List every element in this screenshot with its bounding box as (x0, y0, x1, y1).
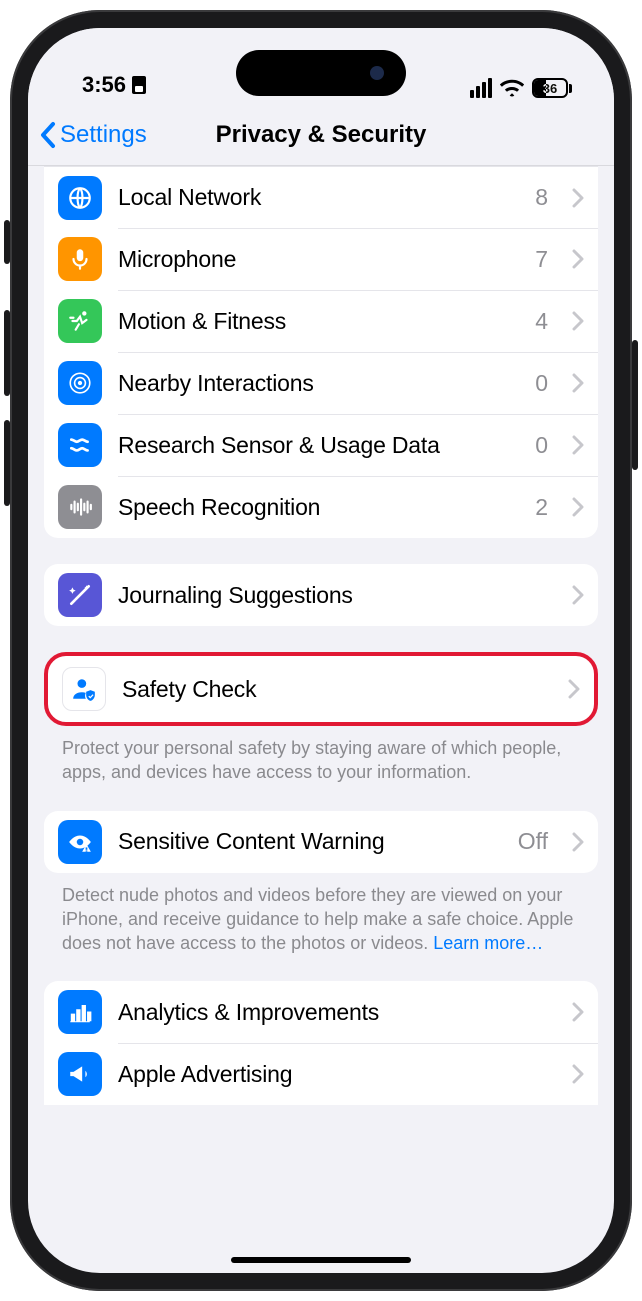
wifi-icon (500, 79, 524, 97)
row-motion-fitness[interactable]: Motion & Fitness 4 (44, 290, 598, 352)
row-local-network[interactable]: Local Network 8 (44, 166, 598, 228)
nav-bar: Settings Privacy & Security (28, 104, 614, 166)
chevron-right-icon (572, 832, 584, 852)
microphone-icon (58, 237, 102, 281)
running-icon (58, 299, 102, 343)
row-label: Sensitive Content Warning (118, 828, 502, 855)
chevron-right-icon (568, 679, 580, 699)
row-value: 4 (535, 308, 548, 335)
chevron-right-icon (572, 1002, 584, 1022)
row-microphone[interactable]: Microphone 7 (44, 228, 598, 290)
row-value: Off (518, 828, 548, 855)
chevron-right-icon (572, 311, 584, 331)
home-indicator[interactable] (231, 1257, 411, 1263)
row-value: 0 (535, 432, 548, 459)
row-label: Apple Advertising (118, 1061, 556, 1088)
bar-chart-icon (58, 990, 102, 1034)
phone-frame: 3:56 36 Settings Privacy & Se (10, 10, 632, 1291)
row-label: Safety Check (122, 676, 552, 703)
dynamic-island (236, 50, 406, 96)
group-footer-safety: Protect your personal safety by staying … (44, 726, 598, 785)
battery-icon: 36 (532, 78, 572, 98)
row-apple-advertising[interactable]: Apple Advertising (44, 1043, 598, 1105)
chevron-right-icon (572, 1064, 584, 1084)
screen: 3:56 36 Settings Privacy & Se (28, 28, 614, 1273)
settings-group-safety-check: Safety Check (44, 652, 598, 726)
chevron-right-icon (572, 435, 584, 455)
group-footer-sensitive: Detect nude photos and videos before the… (44, 873, 598, 956)
row-label: Local Network (118, 184, 519, 211)
eye-warning-icon (58, 820, 102, 864)
row-label: Speech Recognition (118, 494, 519, 521)
row-safety-check[interactable]: Safety Check (48, 656, 594, 722)
back-button[interactable]: Settings (40, 121, 147, 149)
chevron-right-icon (572, 188, 584, 208)
megaphone-icon (58, 1052, 102, 1096)
waveform-icon (58, 485, 102, 529)
row-research-sensor[interactable]: Research Sensor & Usage Data 0 (44, 414, 598, 476)
battery-percent: 36 (532, 81, 568, 96)
radar-icon (58, 361, 102, 405)
row-analytics-improvements[interactable]: Analytics & Improvements (44, 981, 598, 1043)
side-button-silence (4, 220, 10, 264)
status-time: 3:56 (82, 72, 126, 98)
chevron-right-icon (572, 373, 584, 393)
settings-group-sensitive-content: Sensitive Content Warning Off (44, 811, 598, 873)
row-label: Motion & Fitness (118, 308, 519, 335)
row-label: Microphone (118, 246, 519, 273)
settings-group-permissions: Local Network 8 Microphone 7 M (44, 166, 598, 538)
row-label: Journaling Suggestions (118, 582, 556, 609)
row-journaling-suggestions[interactable]: Journaling Suggestions (44, 564, 598, 626)
learn-more-link[interactable]: Learn more… (433, 933, 543, 953)
settings-group-journaling: Journaling Suggestions (44, 564, 598, 626)
side-button-vol-up (4, 310, 10, 396)
row-nearby-interactions[interactable]: Nearby Interactions 0 (44, 352, 598, 414)
row-label: Nearby Interactions (118, 370, 519, 397)
side-button-vol-down (4, 420, 10, 506)
row-speech-recognition[interactable]: Speech Recognition 2 (44, 476, 598, 538)
side-button-power (632, 340, 638, 470)
sim-icon (132, 76, 146, 94)
row-sensitive-content-warning[interactable]: Sensitive Content Warning Off (44, 811, 598, 873)
settings-group-analytics: Analytics & Improvements Apple Advertisi… (44, 981, 598, 1105)
person-shield-icon (62, 667, 106, 711)
row-label: Analytics & Improvements (118, 999, 556, 1026)
globe-icon (58, 176, 102, 220)
sensor-data-icon (58, 423, 102, 467)
content-scroll[interactable]: Local Network 8 Microphone 7 M (28, 166, 614, 1273)
sparkle-wand-icon (58, 573, 102, 617)
cellular-icon (470, 78, 492, 98)
chevron-left-icon (40, 121, 58, 149)
row-value: 7 (535, 246, 548, 273)
chevron-right-icon (572, 497, 584, 517)
back-label: Settings (60, 121, 147, 149)
chevron-right-icon (572, 249, 584, 269)
row-label: Research Sensor & Usage Data (118, 432, 519, 459)
row-value: 2 (535, 494, 548, 521)
row-value: 8 (535, 184, 548, 211)
row-value: 0 (535, 370, 548, 397)
chevron-right-icon (572, 585, 584, 605)
